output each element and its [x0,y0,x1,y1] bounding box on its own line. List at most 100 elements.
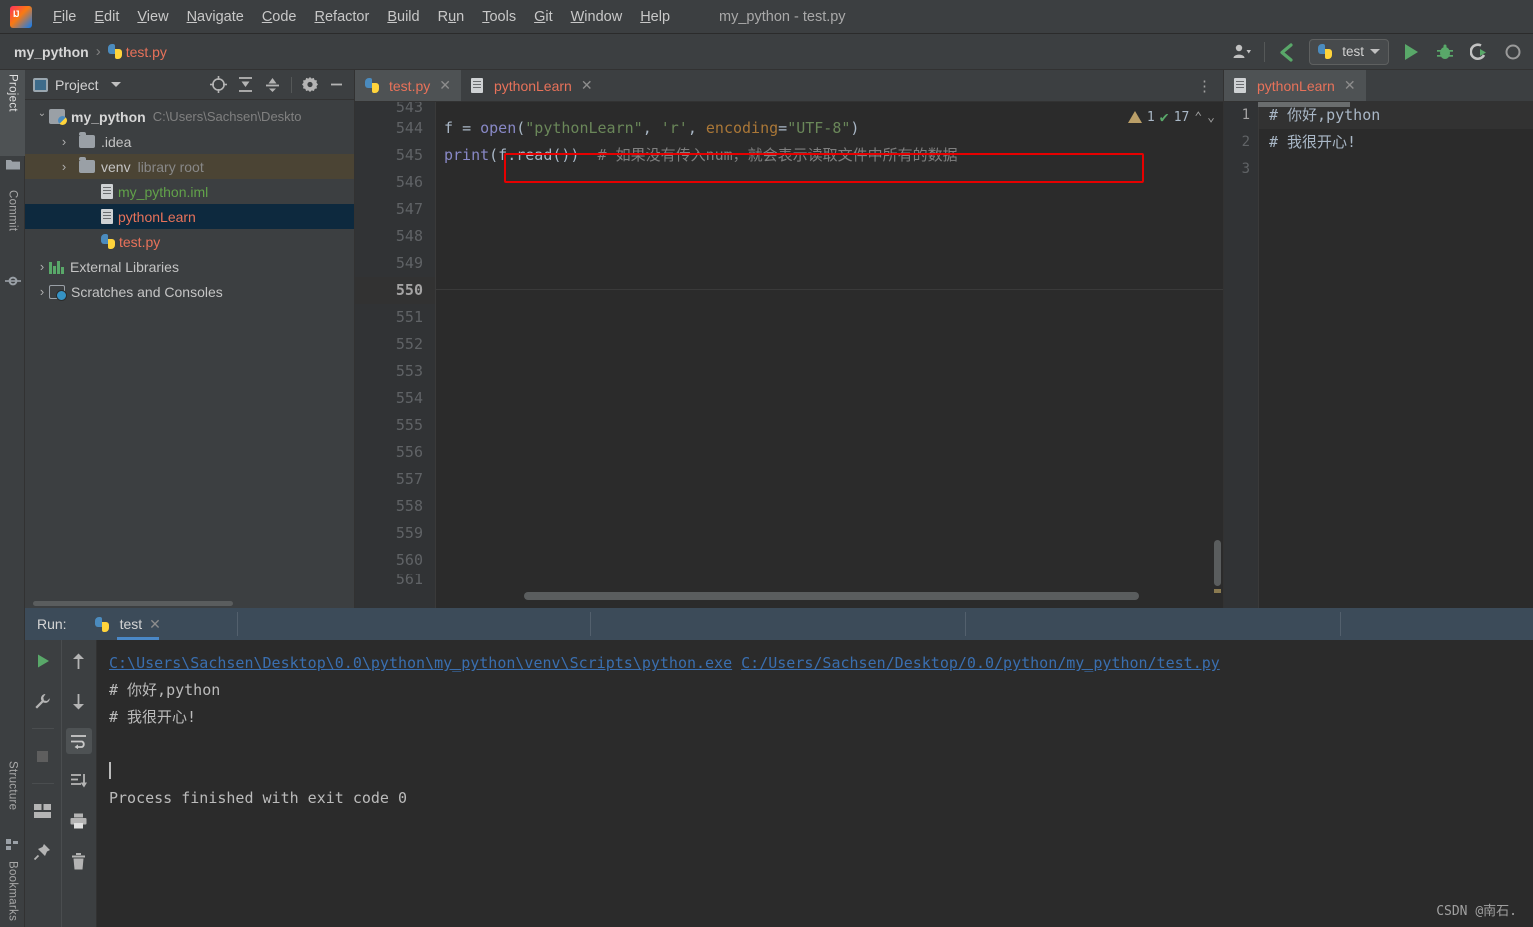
line-number: 548 [395,227,423,245]
project-panel-header: Project [25,70,354,100]
right-editor-body: 1 2 3 # 你好,python # 我很开心! [1224,102,1533,608]
close-icon[interactable]: ✕ [1344,77,1356,94]
menu-window[interactable]: Window [562,6,632,28]
run-console[interactable]: C:\Users\Sachsen\Desktop\0.0\python\my_p… [97,640,1533,927]
layout-icon[interactable] [30,798,56,824]
next-problem-icon[interactable]: ⌄ [1207,110,1215,125]
tree-item-idea[interactable]: .idea [25,129,354,154]
settings-gear-icon[interactable] [302,76,318,93]
editor-gutter[interactable]: 543 544 545 546 547 548 549 550 551 552 … [355,102,435,608]
sidebar-item-structure[interactable]: Structure [0,757,25,837]
close-icon[interactable]: ✕ [581,77,593,94]
menu-build[interactable]: Build [378,6,428,28]
locate-icon[interactable] [210,76,227,93]
stop-icon[interactable] [30,743,56,769]
run-configuration-selector[interactable]: test [1309,38,1389,65]
python-config-icon [1318,44,1333,59]
tree-label: .idea [101,133,132,150]
editor-vscrollbar[interactable] [1214,540,1221,586]
scratches-icon [49,284,67,301]
trash-icon[interactable] [66,848,92,874]
breadcrumb-file[interactable]: test.py [126,44,167,60]
scroll-to-end-icon[interactable] [66,768,92,794]
code-editor[interactable]: 1 ✔ 17 ⌃ ⌄ f = open("pythonLearn", 'r', … [435,102,1223,608]
soft-wrap-icon[interactable] [65,728,92,754]
chevron-right-icon[interactable] [57,134,71,149]
python-file-icon [101,234,115,249]
expand-all-icon[interactable] [237,76,254,93]
sidebar-item-commit[interactable]: Commit [0,186,25,272]
close-icon[interactable]: ✕ [439,77,451,94]
sidebar-item-bookmarks[interactable]: Bookmarks [0,857,25,927]
close-icon[interactable]: ✕ [149,616,161,633]
chevron-right-icon[interactable] [35,284,49,299]
wrench-icon[interactable] [30,688,56,714]
tree-label: Scratches and Consoles [71,283,223,300]
menu-help[interactable]: Help [631,6,679,28]
tree-item-my-python-iml[interactable]: my_python.iml [25,179,354,204]
line-number: 1 [1241,107,1250,123]
project-view-chevron-down-icon[interactable] [110,82,121,87]
sidebar-item-project[interactable]: Project [0,70,25,156]
tree-item-pythonlearn[interactable]: pythonLearn [25,204,354,229]
tree-item-scratches[interactable]: Scratches and Consoles [25,279,354,304]
up-arrow-icon[interactable] [66,648,92,674]
debug-icon[interactable] [1433,40,1457,64]
pin-icon[interactable] [30,838,56,864]
text-caret [109,762,111,779]
chevron-right-icon[interactable] [35,259,49,274]
tree-item-venv[interactable]: venv library root [25,154,354,179]
minimize-icon[interactable] [328,76,345,93]
run-toolbar-right-column [60,640,97,927]
menu-edit[interactable]: Edit [85,6,128,28]
collapse-all-icon[interactable] [264,76,281,93]
vcs-update-icon[interactable] [1275,40,1299,64]
editor-tabs-more-icon[interactable]: ⋮ [1197,70,1223,101]
prev-problem-icon[interactable]: ⌃ [1194,110,1202,125]
print-icon[interactable] [66,808,92,834]
menu-navigate[interactable]: Navigate [178,6,253,28]
folder-icon [79,132,95,148]
python-file-icon [365,78,379,93]
menu-refactor[interactable]: Refactor [306,6,379,28]
chevron-right-icon[interactable] [57,159,71,174]
right-code-line [1259,156,1533,183]
tab-pythonlearn[interactable]: pythonLearn ✕ [461,70,603,101]
breadcrumb-project[interactable]: my_python [14,44,89,60]
console-interpreter-path[interactable]: C:\Users\Sachsen\Desktop\0.0\python\my_p… [109,654,732,672]
tree-item-my-python[interactable]: my_python C:\Users\Sachsen\Deskto [25,104,354,129]
project-panel-hscrollbar[interactable] [25,599,354,608]
more-toolbar-icon[interactable] [1501,40,1525,64]
right-editor-hscrollbar[interactable] [1258,102,1350,107]
menu-file[interactable]: File [44,6,85,28]
tree-item-test-py[interactable]: test.py [25,229,354,254]
check-count: 17 [1173,109,1190,125]
run-tab-test[interactable]: test ✕ [91,608,165,640]
menu-view[interactable]: View [128,6,177,28]
menu-code[interactable]: Code [253,6,306,28]
editor-hscrollbar[interactable] [524,592,1139,600]
checkmark-icon: ✔ [1159,108,1169,126]
menu-git[interactable]: Git [525,6,562,28]
tree-label: venv [101,158,131,175]
window-title: my_python - test.py [719,8,846,25]
menu-bar: File Edit View Navigate Code Refactor Bu… [0,0,1533,34]
tree-label: pythonLearn [118,208,196,225]
right-editor-content[interactable]: # 你好,python # 我很开心! [1258,102,1533,608]
run-icon[interactable] [1399,40,1423,64]
line-number: 3 [1241,161,1250,177]
rerun-icon[interactable] [30,648,56,674]
chevron-down-icon[interactable] [35,111,49,122]
tab-test-py[interactable]: test.py ✕ [355,70,461,101]
right-editor-gutter[interactable]: 1 2 3 [1224,102,1258,608]
menu-run[interactable]: Run [429,6,474,28]
user-avatar-icon[interactable] [1230,40,1254,64]
menu-tools[interactable]: Tools [473,6,525,28]
tab-pythonlearn-right[interactable]: pythonLearn ✕ [1224,70,1366,101]
down-arrow-icon[interactable] [66,688,92,714]
console-script-path[interactable]: C:/Users/Sachsen/Desktop/0.0/python/my_p… [741,654,1220,672]
coverage-icon[interactable] [1467,40,1491,64]
tree-item-external-libraries[interactable]: External Libraries [25,254,354,279]
right-editor-tab-bar: pythonLearn ✕ [1224,70,1533,102]
